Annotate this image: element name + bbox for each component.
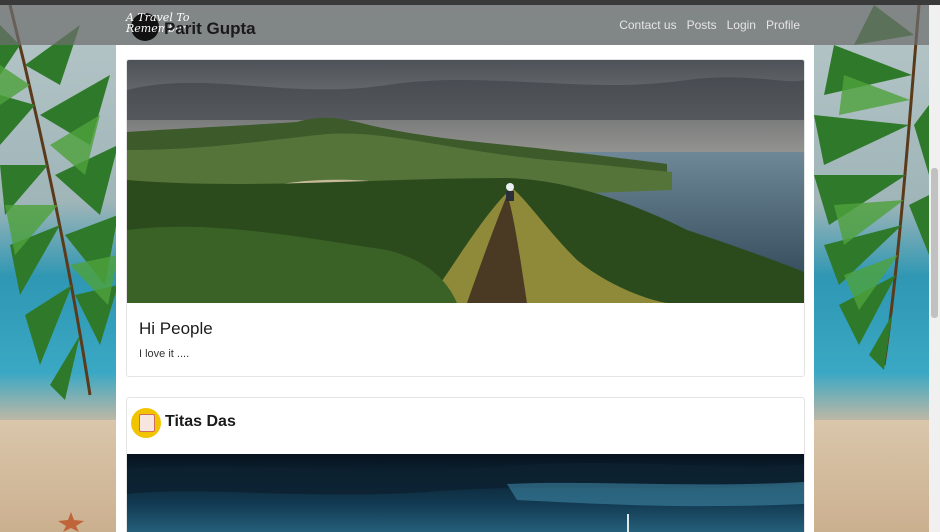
post-feed: Hi People I love it .... Titas Das [116,45,814,532]
nav-link-posts[interactable]: Posts [687,18,717,32]
starfish-icon [58,512,84,532]
post-body: I love it .... [139,348,190,360]
nav-links: Contact us Posts Login Profile [619,18,800,32]
palm-leaf-left [0,5,118,400]
nav-link-profile[interactable]: Profile [766,18,800,32]
post-author-name[interactable]: Titas Das [165,413,236,431]
avatar[interactable] [131,408,161,438]
palm-leaf-right [814,5,929,370]
post-card: Titas Das [126,397,805,532]
brand-name[interactable]: Parit Gupta [164,19,256,39]
beach-right [814,420,940,532]
post-image-landscape[interactable] [127,60,804,303]
post-title: Hi People [139,319,213,338]
post-card: Hi People I love it .... [126,59,805,377]
nav-link-login[interactable]: Login [727,18,756,32]
nav-link-contact-us[interactable]: Contact us [619,18,676,32]
scrollbar-thumb[interactable] [931,168,938,318]
post-image-night[interactable] [127,454,804,532]
